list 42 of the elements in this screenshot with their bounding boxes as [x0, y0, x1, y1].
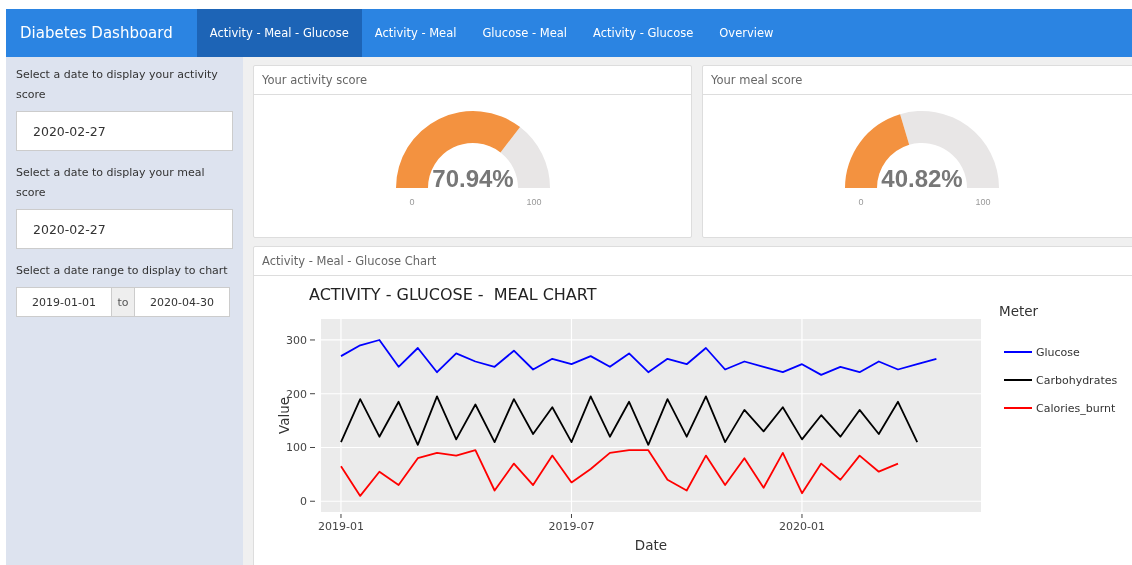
gauge-min-label: 0 [858, 197, 863, 207]
nav-tab[interactable]: Glucose - Meal [469, 9, 580, 57]
gauge-min-label: 0 [409, 197, 414, 207]
gauge-max-label: 100 [975, 197, 990, 207]
tick-mark [309, 339, 316, 341]
gauge-value: 70.94% [431, 165, 514, 192]
tick-mark [309, 500, 316, 502]
gauge-max-label: 100 [526, 197, 541, 207]
tick-mark [309, 447, 316, 448]
x-tick-label: 2020-01 [779, 520, 825, 533]
card-title: Activity - Meal - Glucose Chart [262, 254, 437, 268]
nav-tab[interactable]: Activity - Meal - Glucose [196, 9, 362, 57]
date-field[interactable]: 2020-02-27 [16, 209, 233, 249]
legend-label: Calories_burnt [1036, 402, 1116, 415]
date-field[interactable]: 2020-02-27 [16, 111, 233, 151]
y-tick-label: 300 [286, 333, 307, 347]
x-tick-label: 2019-07 [548, 520, 595, 533]
chart-title: ACTIVITY - GLUCOSE - MEAL CHART [309, 285, 597, 304]
card-title: Your activity score [262, 73, 368, 87]
tick-mark [571, 513, 572, 519]
gauge-value: 40.82% [880, 165, 963, 192]
start-date-field[interactable]: 2019-01-01 [16, 287, 112, 317]
legend-title: Meter [999, 303, 1039, 319]
tick-mark [801, 513, 803, 519]
legend-label: Glucose [1036, 346, 1080, 359]
y-tick-label: 100 [286, 441, 307, 455]
field-label: Select a date to display your activity score [16, 67, 219, 103]
x-tick-label: 2019-01 [318, 520, 364, 533]
field-label: Select a date to display your meal score [16, 165, 206, 201]
nav-tab[interactable]: Activity - Meal [361, 9, 470, 57]
nav-tab[interactable]: Activity - Glucose [580, 9, 707, 57]
y-tick-label: 0 [300, 495, 307, 509]
range-separator: to [112, 287, 134, 317]
tick-mark [340, 513, 342, 519]
field-label: Select a date range to display to chart [16, 263, 229, 279]
tick-mark [309, 393, 316, 395]
legend-label: Carbohydrates [1036, 374, 1118, 387]
card-title: Your meal score [711, 73, 803, 87]
brand-title[interactable]: Diabetes Dashboard [6, 9, 197, 57]
nav-tab[interactable]: Overview [706, 9, 787, 57]
x-axis-label: Date [634, 537, 668, 553]
end-date-field[interactable]: 2020-04-30 [134, 287, 230, 317]
